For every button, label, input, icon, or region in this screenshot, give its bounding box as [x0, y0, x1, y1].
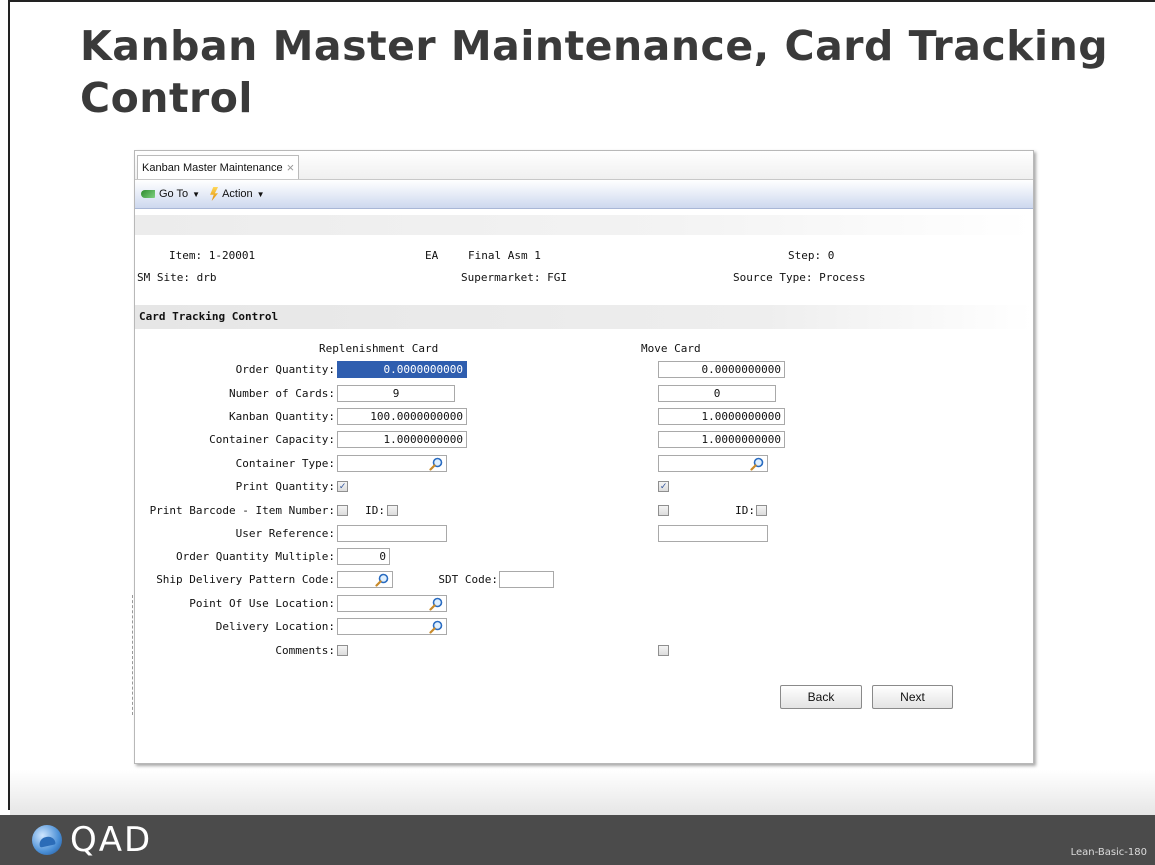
order-quantity-multiple-label: Order Quantity Multiple: — [176, 550, 335, 563]
delivery-location-input[interactable] — [337, 618, 447, 635]
step-info: Step: 0 — [788, 249, 834, 262]
replenishment-order-quantity-input[interactable]: 0.0000000000 — [337, 361, 467, 378]
close-icon[interactable]: × — [287, 160, 295, 175]
item-label: Item: — [169, 249, 203, 262]
action-label: Action — [222, 188, 253, 200]
point-of-use-label: Point Of Use Location: — [189, 597, 335, 610]
back-button[interactable]: Back — [780, 685, 862, 709]
move-barcode-id-checkbox[interactable] — [756, 505, 767, 516]
replenishment-barcode-id-checkbox[interactable] — [387, 505, 398, 516]
replenishment-user-reference-input[interactable] — [337, 525, 447, 542]
slide-id: Lean-Basic-180 — [1070, 847, 1147, 858]
header-band — [135, 215, 1033, 235]
ship-delivery-pattern-label: Ship Delivery Pattern Code: — [156, 573, 335, 586]
item-description: Final Asm 1 — [468, 249, 541, 262]
source-type-label: Source Type: — [733, 271, 813, 284]
toolbar: Go To ▼ Action ▼ — [135, 180, 1033, 209]
comments-label: Comments: — [275, 644, 335, 657]
move-print-quantity-checkbox[interactable]: ✓ — [658, 481, 669, 492]
goto-menu-button[interactable]: Go To ▼ — [141, 188, 200, 200]
move-container-capacity-input[interactable]: 1.0000000000 — [658, 431, 785, 448]
user-reference-label: User Reference: — [235, 527, 335, 540]
replenishment-card-heading: Replenishment Card — [319, 342, 439, 355]
replenishment-comments-checkbox[interactable] — [337, 645, 348, 656]
slide-fade — [10, 770, 1155, 815]
source-type-value: Process — [819, 271, 866, 284]
supermarket-value: FGI — [547, 271, 567, 284]
qad-logo-icon — [32, 825, 62, 855]
sdt-code-input[interactable] — [499, 571, 554, 588]
resize-handle — [132, 595, 134, 715]
move-comments-checkbox[interactable] — [658, 645, 669, 656]
point-of-use-location-input[interactable] — [337, 595, 447, 612]
chevron-down-icon: ▼ — [256, 189, 265, 199]
move-barcode-id-label: ID: — [735, 504, 755, 517]
goto-arrow-icon — [141, 190, 155, 198]
source-type-info: Source Type: Process — [733, 271, 865, 284]
section-header: Card Tracking Control — [135, 305, 1033, 329]
supermarket-info: Supermarket: FGI — [461, 271, 567, 284]
print-barcode-label: Print Barcode - Item Number: — [149, 504, 335, 517]
logo-text: QAD — [70, 820, 153, 860]
section-title: Card Tracking Control — [139, 310, 279, 323]
order-quantity-label: Order Quantity: — [235, 363, 335, 376]
print-quantity-label: Print Quantity: — [235, 480, 335, 493]
move-kanban-quantity-input[interactable]: 1.0000000000 — [658, 408, 785, 425]
slide-footer: QAD Lean-Basic-180 — [0, 815, 1155, 865]
magnifier-icon[interactable] — [429, 597, 443, 611]
container-type-label: Container Type: — [235, 457, 335, 470]
magnifier-icon[interactable] — [429, 457, 443, 471]
move-card-heading: Move Card — [641, 342, 701, 355]
slide-title: Kanban Master Maintenance, Card Tracking… — [80, 22, 1109, 122]
goto-label: Go To — [159, 188, 189, 200]
replenishment-number-of-cards-input[interactable]: 9 — [337, 385, 455, 402]
lightning-icon — [210, 187, 219, 201]
slide: Kanban Master Maintenance, Card Tracking… — [0, 0, 1155, 865]
move-user-reference-input[interactable] — [658, 525, 768, 542]
action-menu-button[interactable]: Action ▼ — [210, 187, 265, 201]
barcode-id-label: ID: — [365, 504, 385, 517]
item-info: Item: 1-20001 — [169, 249, 255, 262]
supermarket-label: Supermarket: — [461, 271, 541, 284]
move-number-of-cards-input[interactable]: 0 — [658, 385, 776, 402]
kanban-quantity-label: Kanban Quantity: — [229, 410, 335, 423]
replenishment-print-quantity-checkbox[interactable]: ✓ — [337, 481, 348, 492]
replenishment-container-type-input[interactable] — [337, 455, 447, 472]
move-order-quantity-input[interactable]: 0.0000000000 — [658, 361, 785, 378]
sdt-code-label: SDT Code: — [438, 573, 498, 586]
container-capacity-label: Container Capacity: — [209, 433, 335, 446]
app-window: Kanban Master Maintenance × Go To ▼ Acti… — [134, 150, 1034, 764]
replenishment-container-capacity-input[interactable]: 1.0000000000 — [337, 431, 467, 448]
qad-logo: QAD — [32, 820, 153, 860]
magnifier-icon[interactable] — [375, 573, 389, 587]
move-container-type-input[interactable] — [658, 455, 768, 472]
step-value: 0 — [827, 249, 835, 262]
replenishment-print-barcode-checkbox[interactable] — [337, 505, 348, 516]
tab-strip: Kanban Master Maintenance × — [135, 151, 1033, 180]
order-quantity-multiple-input[interactable]: 0 — [337, 548, 390, 565]
tab-label: Kanban Master Maintenance — [142, 161, 283, 174]
step-label: Step: — [788, 249, 822, 262]
site-value: drb — [196, 271, 217, 284]
next-button[interactable]: Next — [872, 685, 953, 709]
replenishment-kanban-quantity-input[interactable]: 100.0000000000 — [337, 408, 467, 425]
tab-kanban-master-maintenance[interactable]: Kanban Master Maintenance × — [137, 155, 300, 179]
magnifier-icon[interactable] — [429, 620, 443, 634]
site-info: SM Site: drb — [137, 271, 216, 284]
item-value: 1-20001 — [208, 249, 256, 262]
site-label: SM Site: — [137, 271, 190, 284]
magnifier-icon[interactable] — [750, 457, 764, 471]
delivery-location-label: Delivery Location: — [215, 620, 335, 633]
chevron-down-icon: ▼ — [192, 189, 201, 199]
um-value: EA — [425, 249, 439, 262]
move-print-barcode-checkbox[interactable] — [658, 505, 669, 516]
ship-delivery-pattern-input[interactable] — [337, 571, 393, 588]
number-of-cards-label: Number of Cards: — [229, 387, 335, 400]
